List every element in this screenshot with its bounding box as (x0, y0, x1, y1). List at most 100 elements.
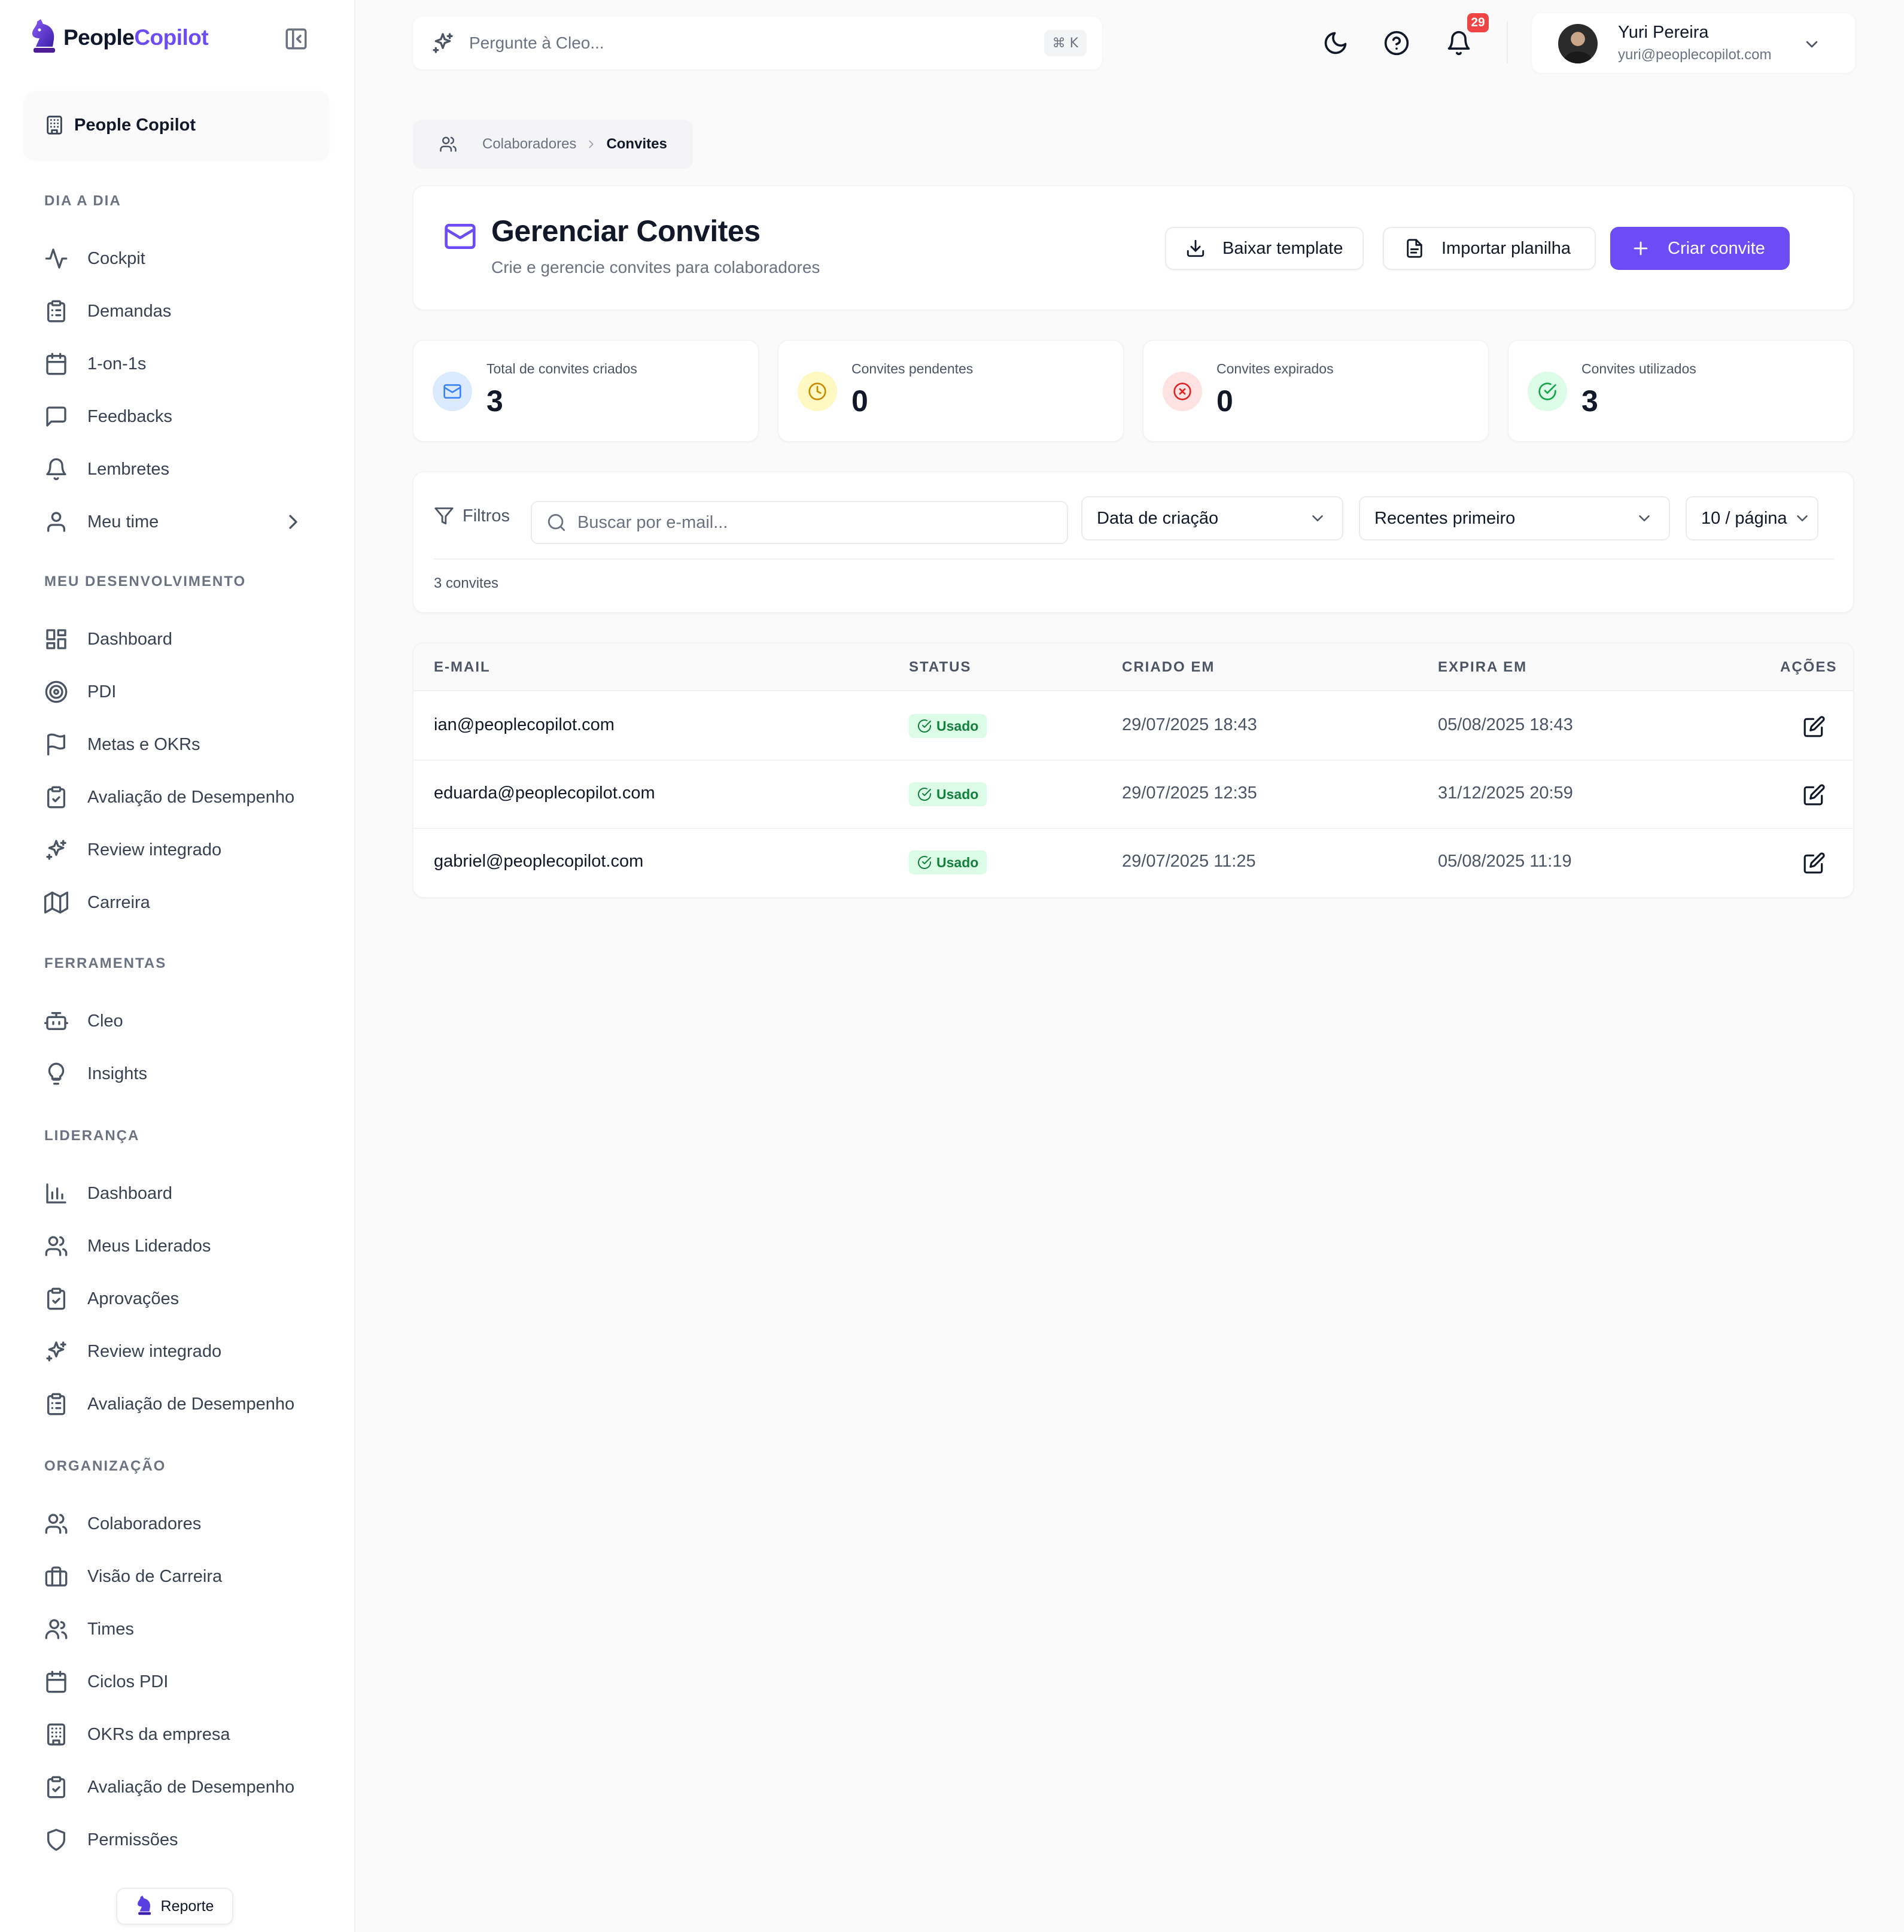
sidebar-item-label: Dashboard (87, 629, 172, 649)
sidebar-item-dashboard[interactable]: Dashboard (30, 615, 329, 663)
sort-order-select[interactable]: Recentes primeiro (1359, 496, 1670, 540)
check-circle-icon (1538, 382, 1556, 400)
sidebar-item-insights[interactable]: Insights (30, 1050, 329, 1098)
edit-icon (1803, 852, 1825, 874)
page-size-select[interactable]: 10 / página (1686, 496, 1818, 540)
cleo-search-placeholder: Pergunte à Cleo... (469, 34, 604, 52)
sidebar-item-review-integrado[interactable]: Review integrado (30, 826, 329, 874)
flag-icon (47, 733, 66, 756)
sidebar-item-label: Aprovações (87, 1289, 180, 1308)
chevron-right-icon (289, 515, 297, 529)
sidebar-item-okrs-da-empresa[interactable]: OKRs da empresa (30, 1711, 329, 1758)
expires-at: 05/08/2025 11:19 (1438, 852, 1572, 871)
stat-card-convites-pendentes: Convites pendentes 0 (778, 340, 1124, 442)
sidebar-item-meu-time[interactable]: Meu time (30, 498, 329, 546)
column-email[interactable]: E-MAIL (434, 659, 491, 676)
sidebar-item-feedbacks[interactable]: Feedbacks (30, 393, 329, 441)
email-search[interactable] (531, 501, 1068, 544)
sort-field-value: Data de criação (1097, 508, 1219, 528)
edit-invite-button[interactable] (1803, 852, 1826, 874)
column-expires[interactable]: EXPIRA EM (1438, 659, 1527, 676)
org-switcher[interactable]: People Copilot (24, 91, 329, 159)
sidebar-item-label: Lembretes (87, 459, 170, 479)
sidebar-item-meus-liderados[interactable]: Meus Liderados (30, 1222, 329, 1270)
sidebar-item-cockpit[interactable]: Cockpit (30, 235, 329, 282)
user-icon (47, 512, 66, 532)
column-status[interactable]: STATUS (909, 659, 971, 676)
breadcrumb-parent[interactable]: Colaboradores (482, 136, 576, 153)
sidebar-item-cleo[interactable]: Cleo (30, 997, 329, 1045)
sort-field-select[interactable]: Data de criação (1081, 496, 1343, 540)
stat-card-convites-utilizados: Convites utilizados 3 (1508, 340, 1854, 442)
edit-invite-button[interactable] (1803, 715, 1826, 738)
sidebar-item-visao-de-carreira[interactable]: Visão de Carreira (30, 1553, 329, 1600)
brand-logo[interactable]: PeopleCopilot (30, 18, 209, 57)
stat-icon-wrap (798, 372, 837, 411)
clock-icon (808, 382, 826, 400)
results-count: 3 convites (434, 575, 499, 591)
knight-logo-icon (137, 1895, 151, 1915)
page-title: Gerenciar Convites (491, 214, 761, 248)
sidebar-collapse-icon[interactable] (284, 26, 309, 51)
sidebar-item-aprovacoes[interactable]: Aprovações (30, 1275, 329, 1323)
chevron-down-icon (1639, 515, 1650, 521)
stat-icon-wrap (433, 372, 472, 411)
table-row: ian@peoplecopilot.com Usado 29/07/2025 18:… (413, 692, 1853, 761)
stat-value: 3 (1581, 384, 1598, 418)
help-icon[interactable] (1383, 30, 1410, 56)
bell-icon[interactable] (1446, 30, 1472, 56)
search-icon (548, 514, 565, 531)
sidebar-item-label: Avaliação de Desempenho (87, 1777, 295, 1797)
create-invite-button[interactable]: Criar convite (1610, 227, 1790, 270)
sidebar-item-label: Visão de Carreira (87, 1566, 223, 1586)
table-row: gabriel@peoplecopilot.com Usado 29/07/2025… (413, 829, 1853, 897)
mail-icon (443, 384, 461, 399)
created-at: 29/07/2025 18:43 (1122, 715, 1257, 734)
edit-invite-button[interactable] (1803, 783, 1826, 806)
sidebar-item-label: 1-on-1s (87, 354, 147, 373)
sidebar-item-avaliacao-de-desempenho[interactable]: Avaliação de Desempenho (30, 1380, 329, 1428)
created-at: 29/07/2025 11:25 (1122, 852, 1256, 871)
sidebar-item-label: Insights (87, 1064, 147, 1083)
sidebar-item-carreira[interactable]: Carreira (30, 879, 329, 926)
sidebar-item-avaliacao-de-desempenho[interactable]: Avaliação de Desempenho (30, 1763, 329, 1811)
clipboard-check-icon (47, 786, 66, 809)
column-created[interactable]: CRIADO EM (1122, 659, 1215, 676)
stat-label: Convites utilizados (1581, 361, 1696, 376)
sidebar-item-times[interactable]: Times (30, 1605, 329, 1653)
sidebar-item-colaboradores[interactable]: Colaboradores (30, 1500, 329, 1548)
sidebar-item-demandas[interactable]: Demandas (30, 287, 329, 335)
cleo-search[interactable]: Pergunte à Cleo... ⌘ K (413, 17, 1102, 69)
sidebar-item-label: Carreira (87, 892, 150, 912)
bell-icon (46, 458, 66, 481)
file-text-icon (1407, 239, 1422, 258)
table-header: E-MAIL STATUS CRIADO EM EXPIRA EM AÇÕES (413, 643, 1853, 691)
sidebar-item-label: Colaboradores (87, 1514, 202, 1533)
sidebar-item-avaliacao-de-desempenho[interactable]: Avaliação de Desempenho (30, 773, 329, 821)
email-search-input[interactable] (577, 512, 1044, 533)
download-template-button[interactable]: Baixar template (1165, 227, 1364, 270)
building-icon (47, 1723, 65, 1746)
report-button[interactable]: Reporte (116, 1888, 233, 1925)
import-spreadsheet-button[interactable]: Importar planilha (1383, 227, 1596, 270)
sidebar-item-metas-e-okrs[interactable]: Metas e OKRs (30, 721, 329, 768)
activity-icon (45, 248, 68, 269)
sidebar-item-review-integrado[interactable]: Review integrado (30, 1328, 329, 1375)
org-name: People Copilot (74, 115, 196, 135)
sidebar-item-pdi[interactable]: PDI (30, 668, 329, 716)
sidebar-item-lembretes[interactable]: Lembretes (30, 445, 329, 493)
sidebar-item-ciclos-pdi[interactable]: Ciclos PDI (30, 1658, 329, 1706)
check-circle-icon (918, 719, 931, 733)
nav-section-lideranca: LIDERANÇA (44, 1128, 140, 1144)
user-email: yuri@peoplecopilot.com (1618, 47, 1772, 63)
page-header: Gerenciar Convites Crie e gerencie convi… (413, 186, 1854, 310)
user-menu[interactable]: Yuri Pereira yuri@peoplecopilot.com (1532, 13, 1855, 73)
invite-email: eduarda@peoplecopilot.com (434, 783, 655, 803)
sidebar-item-permissoes[interactable]: Permissões (30, 1816, 329, 1864)
moon-icon[interactable] (1322, 30, 1349, 56)
sidebar-item-1-on-1s[interactable]: 1-on-1s (30, 340, 329, 388)
invite-email: ian@peoplecopilot.com (434, 715, 615, 734)
mail-icon (445, 224, 476, 249)
clipboard-list-icon (47, 300, 66, 323)
sidebar-item-dashboard[interactable]: Dashboard (30, 1169, 329, 1217)
